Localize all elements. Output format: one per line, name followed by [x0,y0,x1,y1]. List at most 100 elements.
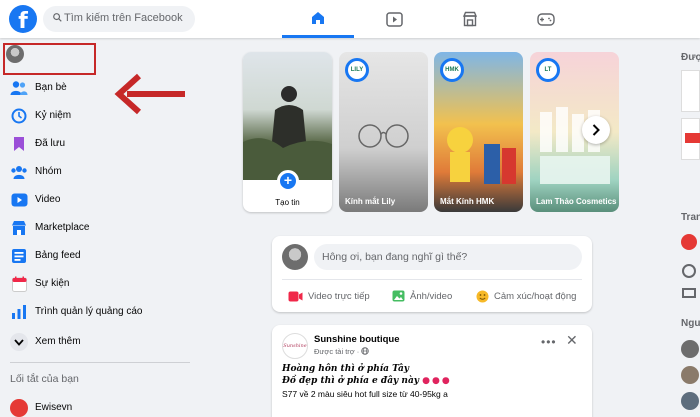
bookmark-icon [10,135,28,153]
create-story-label: Tạo tin [275,198,300,207]
smiley-icon [476,290,489,302]
composer-input[interactable]: Hông ơi, bạn đang nghĩ gì thế? [314,244,582,270]
memories-clock-icon [10,107,28,125]
sidebar-see-more[interactable]: Xem thêm [0,329,200,355]
megaphone-icon[interactable] [682,288,696,298]
sidebar-item-label: Ewisevn [35,402,73,413]
settings-icon[interactable] [682,264,696,278]
action-label: Ảnh/video [410,290,453,302]
search-icon [53,13,62,22]
story-card-lily[interactable]: LILY Kính mắt Lily [339,52,428,212]
story-card-hmk[interactable]: HMK Mắt Kính HMK [434,52,523,212]
composer-placeholder: Hông ơi, bạn đang nghĩ gì thế? [322,251,468,263]
sidebar-item-marketplace[interactable]: Marketplace [0,215,200,241]
feeling-activity-button[interactable]: Cảm xúc/hoạt động [476,288,576,304]
action-label: Cảm xúc/hoạt động [494,290,577,302]
composer-avatar[interactable] [282,244,308,270]
live-video-icon [288,291,303,301]
post-composer: Hông ơi, bạn đang nghĩ gì thế? Video trự… [272,236,592,312]
photo-icon [392,290,405,302]
feed-icon [10,247,28,265]
page-avatar[interactable] [681,234,697,250]
sidebar-item-label: Trình quản lý quảng cáo [35,306,143,317]
sidebar-item-feed[interactable]: Bảng feed [0,243,200,269]
video-icon [10,191,28,209]
composer-divider [282,279,582,280]
ewisevn-avatar-icon [10,399,28,417]
contact-avatar[interactable] [681,366,699,384]
profile-avatar[interactable] [6,45,24,63]
add-story-plus-icon[interactable]: + [277,170,299,192]
groups-icon [10,163,28,181]
tab-video[interactable] [358,0,430,38]
marketplace-icon [462,11,478,27]
sidebar-item-label: Nhóm [35,166,62,177]
tab-home[interactable] [282,0,354,38]
post-page-avatar[interactable]: Sunshine [282,333,308,359]
search-placeholder: Tìm kiếm trên Facebook [64,12,183,24]
sidebar-item-label: Đã lưu [35,138,66,149]
sidebar-item-saved[interactable]: Đã lưu [0,131,200,157]
story-avatar-lam-thao: LT [536,58,560,82]
ad-thumbnail[interactable] [681,70,700,112]
shortcut-item-ewisevn[interactable]: Ewisevn [0,395,200,417]
sidebar-item-groups[interactable]: Nhóm [0,159,200,185]
sponsored-post: Sunshine Sunshine boutique Được tài trợ … [272,325,592,417]
story-name: Mắt Kính HMK [440,197,495,206]
story-avatar-hmk: HMK [440,58,464,82]
post-text-line: Đồ đẹp thì ở phía e đây này ●●● [282,376,452,386]
contact-avatar[interactable] [681,392,699,410]
right-section-title: Ngu [681,318,700,329]
contact-avatar[interactable] [681,340,699,358]
left-sidebar: Bạn bè Kỷ niệm Đã lưu Nhóm Video Marketp… [0,38,200,417]
story-name: Kính mắt Lily [345,197,396,206]
sidebar-item-label: Xem thêm [35,336,81,347]
create-story-card[interactable]: + Tạo tin [243,52,332,212]
top-navigation-bar: f Tìm kiếm trên Facebook [0,0,700,38]
search-bar[interactable]: Tìm kiếm trên Facebook [43,6,195,32]
tab-marketplace[interactable] [434,0,506,38]
home-icon [312,11,324,24]
sidebar-item-label: Kỷ niệm [35,110,72,121]
create-story-photo [243,52,332,180]
sidebar-item-video[interactable]: Video [0,187,200,213]
ads-manager-chart-icon [10,303,28,321]
heart-dots-icon: ●●● [422,376,452,386]
sidebar-item-friends[interactable]: Bạn bè [0,75,200,101]
friends-icon [10,79,28,97]
more-options-icon[interactable]: ••• [541,335,557,349]
sidebar-item-label: Sự kiện [35,278,70,289]
action-label: Video trực tiếp [308,290,370,302]
post-text-line: S77 về 2 màu siêu hot full size từ 40-95… [282,389,448,399]
post-text-line: Hoàng hôn thì ở phía Tây [282,364,410,374]
photo-video-button[interactable]: Ảnh/video [392,288,452,304]
close-icon[interactable]: ✕ [566,332,578,349]
right-sidebar: Đượ Tran Ngu [676,38,700,417]
live-video-button[interactable]: Video trực tiếp [288,288,370,304]
sidebar-item-ads-manager[interactable]: Trình quản lý quảng cáo [0,299,200,325]
post-sponsored-label: Được tài trợ · [314,347,370,356]
chevron-right-icon [592,124,600,136]
post-page-name[interactable]: Sunshine boutique [314,334,400,345]
shortcuts-title: Lối tắt của bạn [10,373,79,385]
right-section-title: Tran [681,212,700,223]
story-name: Lam Thảo Cosmetics [536,197,617,206]
sidebar-item-label: Marketplace [35,222,90,233]
ad-thumbnail[interactable] [681,118,700,160]
story-avatar-lily: LILY [345,58,369,82]
sidebar-item-events[interactable]: Sự kiện [0,271,200,297]
calendar-icon [10,275,28,293]
stories-next-button[interactable] [582,116,610,144]
sidebar-divider [10,362,190,363]
sidebar-item-memories[interactable]: Kỷ niệm [0,103,200,129]
right-section-title: Đượ [681,52,700,63]
sidebar-item-label: Bảng feed [35,250,81,261]
marketplace-icon [10,219,28,237]
sidebar-item-label: Video [35,194,61,205]
gaming-icon [537,12,555,26]
sidebar-item-label: Bạn bè [35,82,67,93]
globe-icon [361,347,370,355]
facebook-logo[interactable]: f [9,5,37,33]
video-icon [385,11,403,27]
tab-gaming[interactable] [510,0,582,38]
